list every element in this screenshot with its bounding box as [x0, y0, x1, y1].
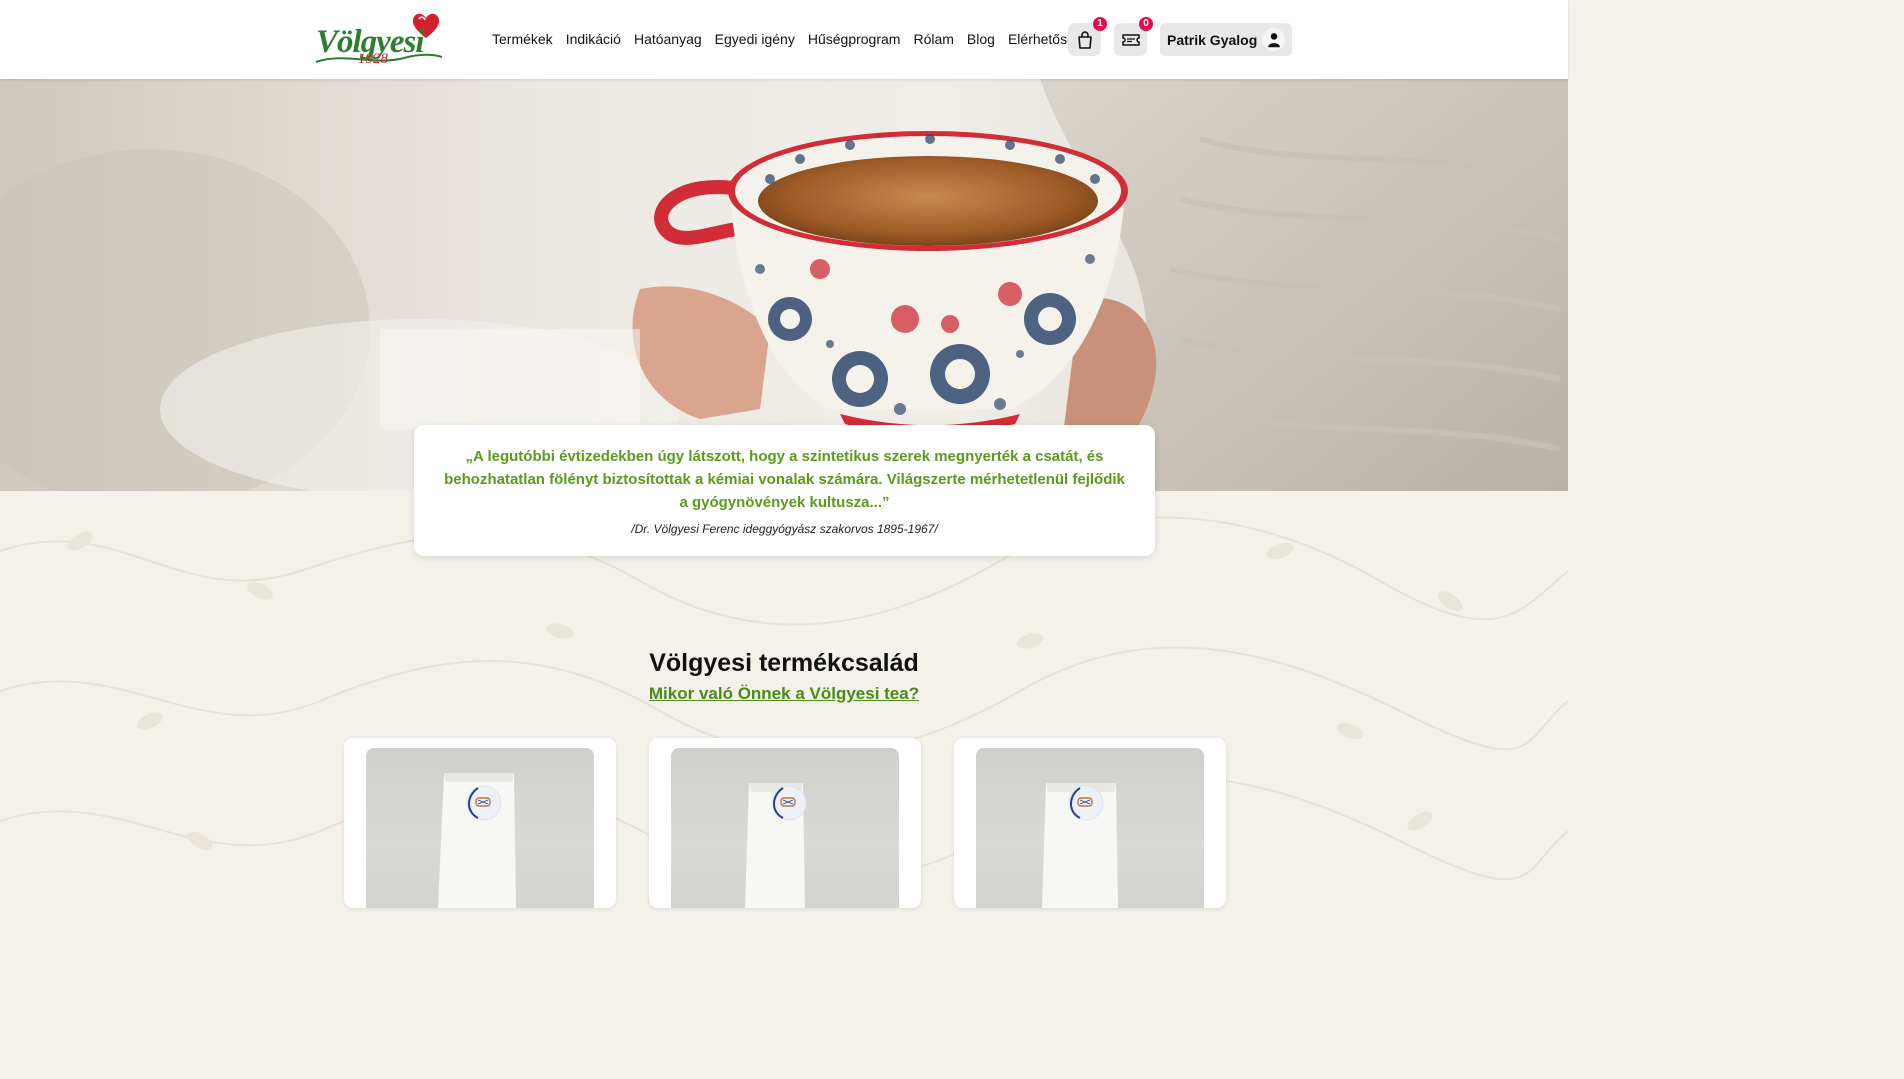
quote-author: /Dr. Völgyesi Ferenc ideggyógyász szakor… — [631, 522, 938, 536]
main-nav: Termékek Indikáció Hatóanyag Egyedi igén… — [492, 30, 1083, 50]
logo-year: 1928 — [358, 51, 388, 67]
user-name: Patrik Gyalog — [1167, 31, 1258, 48]
quote-card: „A legutóbbi évtizedekben úgy látszott, … — [414, 425, 1155, 556]
shopping-bag-icon — [1077, 30, 1092, 49]
tea-info-link[interactable]: Mikor való Önnek a Völgyesi tea? — [0, 684, 1568, 704]
product-card[interactable] — [954, 738, 1226, 908]
tea-bag-image — [745, 783, 807, 908]
product-image — [976, 748, 1204, 908]
nav-item-termekek[interactable]: Termékek — [492, 30, 553, 50]
nav-item-husegprogram[interactable]: Hűségprogram — [808, 30, 901, 50]
nav-item-egyedi-igeny[interactable]: Egyedi igény — [715, 30, 795, 50]
cart-count-badge: 1 — [1093, 17, 1107, 31]
nav-item-hatoanyag[interactable]: Hatóanyag — [634, 30, 702, 50]
tea-bag-image — [1042, 783, 1118, 908]
nav-item-blog[interactable]: Blog — [967, 30, 995, 50]
user-icon — [1262, 28, 1285, 51]
tea-bag-image — [438, 773, 516, 908]
nav-item-indikacio[interactable]: Indikáció — [566, 30, 621, 50]
product-card[interactable] — [344, 738, 616, 908]
user-account-button[interactable]: Patrik Gyalog — [1160, 23, 1292, 56]
nav-item-rolam[interactable]: Rólam — [913, 30, 953, 50]
brand-logo[interactable]: Völgyesi 1928 — [314, 10, 444, 70]
voucher-count-badge: 0 — [1139, 17, 1153, 31]
hero-quote: „A legutóbbi évtizedekben úgy látszott, … — [444, 448, 1125, 511]
product-card[interactable] — [649, 738, 921, 908]
section-title: Völgyesi termékcsalád — [649, 649, 919, 677]
product-image — [671, 748, 899, 908]
site-header: Völgyesi 1928 Termékek Indikáció Hatóany… — [0, 0, 1568, 79]
cart-button[interactable]: 1 — [1068, 17, 1107, 56]
product-image — [366, 748, 594, 908]
ticket-icon — [1121, 33, 1140, 46]
voucher-button[interactable]: 0 — [1114, 17, 1153, 56]
